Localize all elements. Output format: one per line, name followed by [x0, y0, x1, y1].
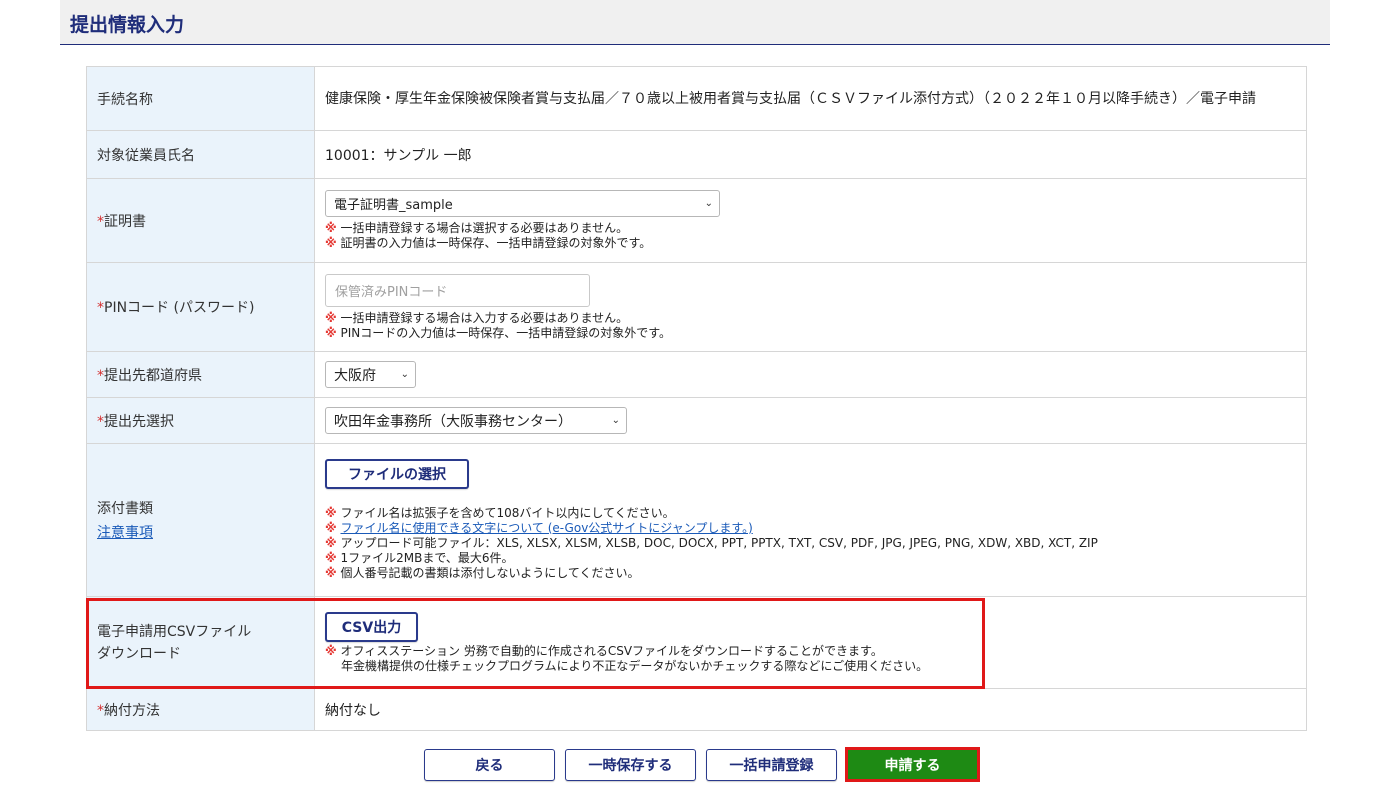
- attachments-cell: ファイルの選択 ※ ファイル名は拡張子を含めて108バイト以内にしてください。 …: [314, 443, 1307, 597]
- attachment-note-5: ※ 個人番号記載の書類は添付しないようにしてください。: [325, 566, 640, 580]
- required-mark: *: [97, 702, 104, 719]
- certificate-select[interactable]: 電子証明書_sample ⌄: [325, 190, 720, 217]
- note-mark-icon: ※: [325, 325, 337, 340]
- required-mark: *: [97, 413, 104, 430]
- attachment-note-4: ※ 1ファイル2MBまで、最大6件。: [325, 551, 514, 565]
- required-mark: *: [97, 367, 104, 384]
- required-mark: *: [97, 213, 104, 230]
- csv-note-2: 年金機構提供の仕様チェックプログラムにより不正なデータがないかチェックする際など…: [341, 658, 929, 673]
- row-employee: 対象従業員氏名 10001：サンプル 一郎: [86, 130, 1307, 179]
- prefecture-select-value: 大阪府: [334, 367, 376, 384]
- csv-label-line2: ダウンロード: [97, 645, 181, 662]
- certificate-label: *証明書: [86, 178, 315, 263]
- pin-label: *PINコード (パスワード): [86, 262, 315, 352]
- attachments-label-text: 添付書類: [97, 501, 153, 517]
- attachment-note-2: ※ ファイル名に使用できる文字について (e-Gov公式サイトにジャンプします。…: [325, 521, 1306, 536]
- csv-note-1: ※ オフィスステーション 労務で自動的に作成されるCSVファイルをダウンロードす…: [325, 643, 883, 658]
- pin-cell: 保管済みPINコード ※ 一括申請登録する場合は入力する必要はありません。 ※ …: [314, 262, 1307, 352]
- row-procedure: 手続名称 健康保険・厚生年金保険被保険者賞与支払届／７０歳以上被用者賞与支払届（…: [86, 66, 1307, 131]
- required-mark: *: [97, 300, 104, 316]
- payment-label: *納付方法: [86, 688, 315, 731]
- pin-label-text: PINコード (パスワード): [104, 300, 255, 316]
- prefecture-label: *提出先都道府県: [86, 351, 315, 398]
- allowed-chars-link[interactable]: ファイル名に使用できる文字について (e-Gov公式サイトにジャンプします。): [341, 521, 753, 535]
- certificate-select-value: 電子証明書_sample: [334, 198, 453, 213]
- row-csv-download: 電子申請用CSVファイル ダウンロード CSV出力 ※ オフィスステーション 労…: [86, 596, 1307, 689]
- chevron-down-icon: ⌄: [704, 198, 713, 209]
- payment-label-text: 納付方法: [104, 702, 160, 719]
- csv-label: 電子申請用CSVファイル ダウンロード: [86, 596, 315, 689]
- page-header: 提出情報入力: [60, 0, 1330, 45]
- certificate-cell: 電子証明書_sample ⌄ ※ 一括申請登録する場合は選択する必要はありません…: [314, 178, 1307, 263]
- save-temp-button[interactable]: 一時保存する: [565, 749, 696, 781]
- prefecture-cell: 大阪府 ⌄: [314, 351, 1307, 398]
- file-select-button[interactable]: ファイルの選択: [325, 459, 469, 489]
- bulk-register-button[interactable]: 一括申請登録: [706, 749, 837, 781]
- note-mark-icon: ※: [325, 506, 337, 520]
- csv-cell: CSV出力 ※ オフィスステーション 労務で自動的に作成されるCSVファイルをダ…: [314, 596, 1307, 689]
- csv-output-button[interactable]: CSV出力: [325, 611, 418, 642]
- office-cell: 吹田年金事務所（大阪事務センター） ⌄: [314, 397, 1307, 444]
- row-certificate: *証明書 電子証明書_sample ⌄ ※ 一括申請登録する場合は選択する必要は…: [86, 178, 1307, 263]
- pin-note-2: ※ PINコードの入力値は一時保存、一括申請登録の対象外です。: [325, 325, 672, 340]
- note-mark-icon: ※: [325, 643, 337, 658]
- employee-value: 10001：サンプル 一郎: [314, 130, 1307, 179]
- chevron-down-icon: ⌄: [611, 415, 620, 426]
- office-select[interactable]: 吹田年金事務所（大阪事務センター） ⌄: [325, 407, 627, 434]
- procedure-label: 手続名称: [86, 66, 315, 131]
- note-mark-icon: ※: [325, 536, 337, 550]
- certificate-note-2: ※ 証明書の入力値は一時保存、一括申請登録の対象外です。: [325, 236, 652, 250]
- row-payment: *納付方法 納付なし: [86, 688, 1307, 731]
- office-label-text: 提出先選択: [104, 413, 174, 430]
- certificate-label-text: 証明書: [104, 213, 146, 230]
- csv-label-line1: 電子申請用CSVファイル: [97, 623, 252, 640]
- attachment-note-1: ※ ファイル名は拡張子を含めて108バイト以内にしてください。: [325, 506, 675, 520]
- pin-input[interactable]: 保管済みPINコード: [325, 273, 590, 307]
- submission-form-table: 手続名称 健康保険・厚生年金保険被保険者賞与支払届／７０歳以上被用者賞与支払届（…: [86, 66, 1307, 731]
- procedure-value: 健康保険・厚生年金保険被保険者賞与支払届／７０歳以上被用者賞与支払届（ＣＳＶファ…: [314, 66, 1307, 131]
- attachment-note-3: ※ アップロード可能ファイル：XLS, XLSX, XLSM, XLSB, DO…: [325, 536, 1098, 550]
- office-label: *提出先選択: [86, 397, 315, 444]
- apply-button[interactable]: 申請する: [845, 747, 980, 782]
- row-attachments: 添付書類 注意事項 ファイルの選択 ※ ファイル名は拡張子を含めて108バイト以…: [86, 443, 1307, 597]
- caution-link[interactable]: 注意事項: [97, 522, 314, 542]
- note-mark-icon: ※: [325, 551, 337, 565]
- attachments-label: 添付書類 注意事項: [86, 443, 315, 597]
- apply-button-label: 申請する: [884, 757, 941, 774]
- row-office: *提出先選択 吹田年金事務所（大阪事務センター） ⌄: [86, 397, 1307, 444]
- note-mark-icon: ※: [325, 566, 337, 580]
- pin-note-1: ※ 一括申請登録する場合は入力する必要はありません。: [325, 310, 629, 325]
- prefecture-select[interactable]: 大阪府 ⌄: [325, 361, 416, 388]
- certificate-note-1: ※ 一括申請登録する場合は選択する必要はありません。: [325, 221, 629, 235]
- chevron-down-icon: ⌄: [400, 369, 409, 380]
- employee-label: 対象従業員氏名: [86, 130, 315, 179]
- office-select-value: 吹田年金事務所（大阪事務センター）: [334, 413, 572, 430]
- note-mark-icon: ※: [325, 236, 337, 250]
- note-mark-icon: ※: [325, 221, 337, 235]
- payment-value: 納付なし: [314, 688, 1307, 731]
- page-title: 提出情報入力: [70, 14, 185, 36]
- note-mark-icon: ※: [325, 521, 337, 535]
- prefecture-label-text: 提出先都道府県: [104, 367, 202, 384]
- row-prefecture: *提出先都道府県 大阪府 ⌄: [86, 351, 1307, 398]
- note-mark-icon: ※: [325, 310, 337, 325]
- back-button[interactable]: 戻る: [424, 749, 555, 781]
- row-pin: *PINコード (パスワード) 保管済みPINコード ※ 一括申請登録する場合は…: [86, 262, 1307, 352]
